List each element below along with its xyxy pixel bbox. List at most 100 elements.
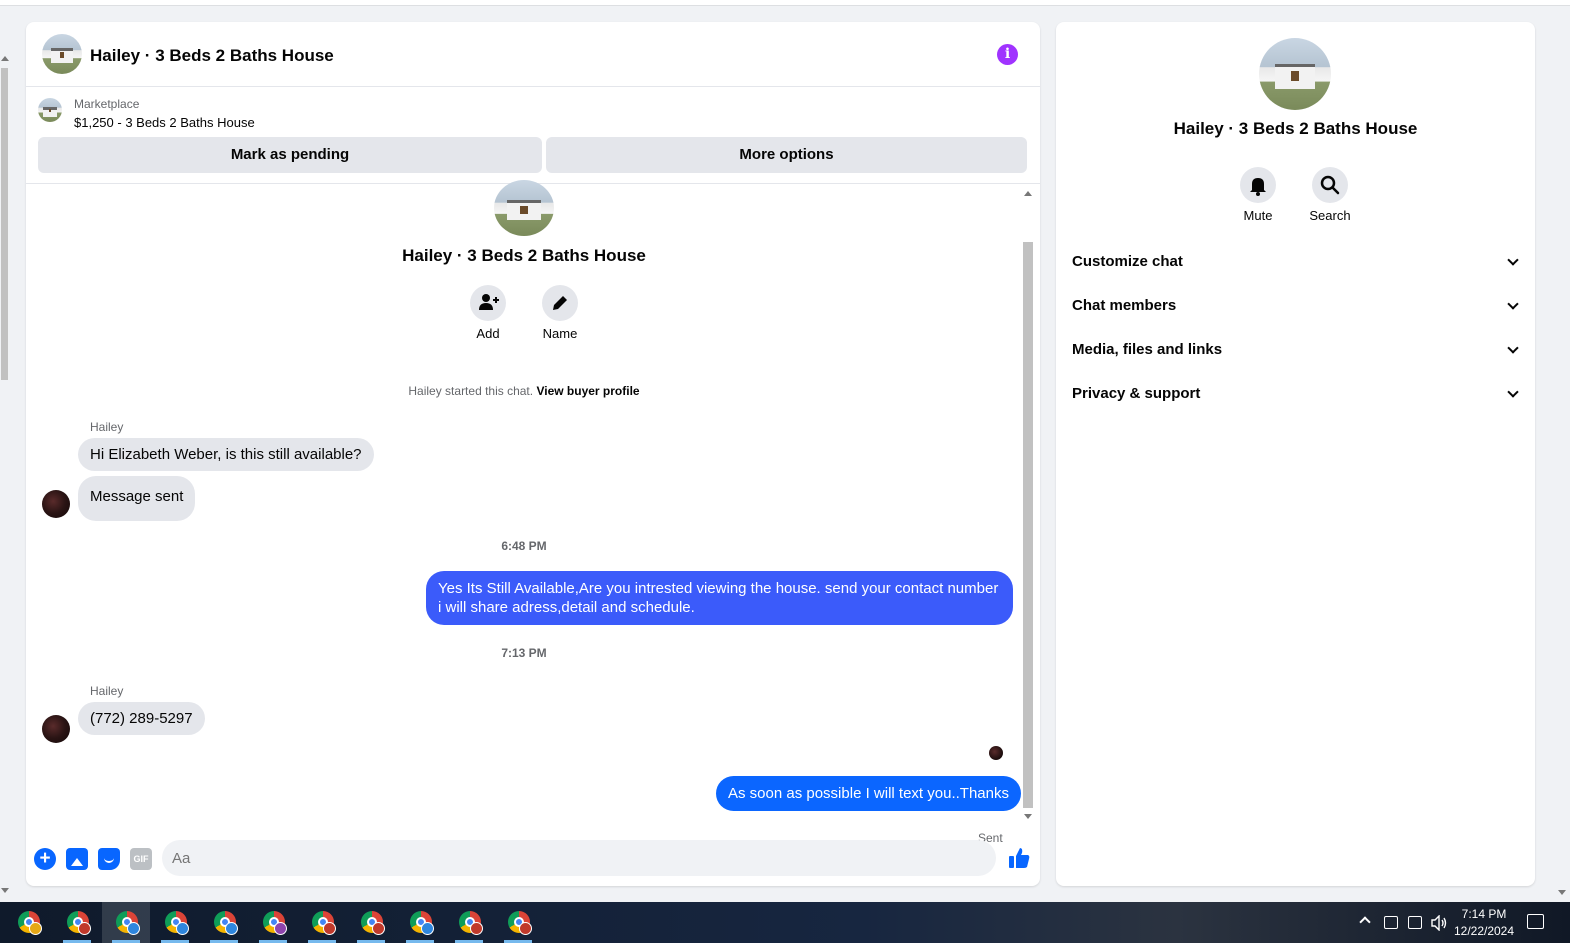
- section-media-files-links[interactable]: Media, files and links: [1064, 330, 1527, 370]
- notification-icon[interactable]: [1527, 914, 1544, 929]
- taskbar-chrome-window[interactable]: [347, 902, 395, 943]
- network-icon[interactable]: [1408, 916, 1422, 929]
- listing-price-title[interactable]: $1,250 - 3 Beds 2 Baths House: [74, 115, 255, 130]
- message-list[interactable]: Hailey · 3 Beds 2 Baths House Add Name H…: [26, 180, 1040, 845]
- name-label: Name: [542, 326, 578, 341]
- bell-icon: [1250, 178, 1266, 196]
- message-sender-name: Hailey: [90, 684, 124, 698]
- profile-badge-icon: [323, 922, 336, 935]
- scrollbar-thumb[interactable]: [1, 68, 8, 380]
- profile-badge-icon: [274, 922, 287, 935]
- profile-badge-icon: [372, 922, 385, 935]
- started-text: Hailey started this chat.: [408, 384, 534, 398]
- chat-started-notice: Hailey started this chat. View buyer pro…: [26, 384, 1022, 398]
- info-avatar[interactable]: [1259, 38, 1331, 110]
- scroll-up-arrow-icon[interactable]: [1024, 191, 1032, 196]
- photo-icon[interactable]: [66, 848, 88, 870]
- marketplace-banner: Marketplace $1,250 - 3 Beds 2 Baths Hous…: [26, 88, 1040, 184]
- intro-title: Hailey · 3 Beds 2 Baths House: [402, 246, 646, 265]
- profile-badge-icon: [519, 922, 532, 935]
- message-timestamp: 6:48 PM: [501, 539, 547, 553]
- scroll-down-arrow-icon[interactable]: [1024, 814, 1032, 819]
- taskbar-chrome-window[interactable]: [200, 902, 248, 943]
- incoming-message[interactable]: Hi Elizabeth Weber, is this still availa…: [78, 438, 374, 471]
- chevron-down-icon: [1507, 386, 1519, 398]
- add-people-button[interactable]: [470, 285, 506, 321]
- message-composer: + GIF: [26, 834, 1040, 886]
- marketplace-label: Marketplace: [74, 97, 140, 111]
- listing-avatar[interactable]: [42, 34, 82, 74]
- profile-badge-icon: [421, 922, 434, 935]
- meet-now-icon[interactable]: [1384, 916, 1398, 929]
- add-label: Add: [476, 326, 500, 341]
- section-label: Media, files and links: [1072, 341, 1223, 358]
- mute-button[interactable]: [1240, 167, 1276, 203]
- profile-badge-icon: [127, 922, 140, 935]
- profile-badge-icon: [29, 922, 42, 935]
- incoming-message[interactable]: Message sent: [78, 476, 196, 521]
- message-sender-name: Hailey: [90, 420, 124, 434]
- clock-date: 12/22/2024: [1453, 924, 1515, 938]
- profile-badge-icon: [470, 922, 483, 935]
- message-scrollbar[interactable]: [1021, 186, 1035, 824]
- taskbar-chrome-window[interactable]: [494, 902, 542, 943]
- section-privacy-support[interactable]: Privacy & support: [1064, 374, 1527, 414]
- taskbar-chrome-window[interactable]: [249, 902, 297, 943]
- info-icon[interactable]: i: [997, 44, 1018, 65]
- taskbar-chrome-window[interactable]: [4, 902, 52, 943]
- chevron-down-icon: [1507, 254, 1519, 266]
- show-hidden-icons-chevron-icon[interactable]: [1359, 916, 1371, 928]
- gif-icon[interactable]: GIF: [130, 848, 152, 870]
- search-label: Search: [1309, 208, 1351, 223]
- taskbar-clock[interactable]: 7:14 PM 12/22/2024: [1452, 906, 1516, 940]
- taskbar-chrome-window[interactable]: [151, 902, 199, 943]
- message-timestamp: 7:13 PM: [501, 646, 547, 660]
- message-input-box[interactable]: [162, 840, 996, 876]
- chat-panel: Hailey · 3 Beds 2 Baths House i Marketpl…: [26, 22, 1040, 886]
- profile-badge-icon: [176, 922, 189, 935]
- scroll-down-arrow-icon[interactable]: [1558, 890, 1566, 895]
- scrollbar-thumb[interactable]: [1023, 242, 1033, 808]
- browser-top-strip: [0, 0, 1570, 6]
- sender-avatar[interactable]: [42, 490, 70, 518]
- view-buyer-profile-link[interactable]: View buyer profile: [536, 384, 639, 398]
- plus-icon[interactable]: +: [34, 848, 56, 870]
- outgoing-message[interactable]: Yes Its Still Available,Are you intreste…: [426, 571, 1013, 625]
- taskbar-chrome-window[interactable]: [396, 902, 444, 943]
- search-icon: [1320, 175, 1340, 195]
- intro-avatar: [494, 180, 554, 236]
- listing-thumbnail[interactable]: [38, 98, 62, 122]
- seen-by-avatar: [989, 746, 1003, 760]
- incoming-message[interactable]: (772) 289-5297: [78, 702, 205, 735]
- page-scrollbar[interactable]: [0, 50, 10, 893]
- search-button[interactable]: [1312, 167, 1348, 203]
- profile-badge-icon: [225, 922, 238, 935]
- section-label: Privacy & support: [1072, 385, 1201, 402]
- chat-info-panel: Hailey · 3 Beds 2 Baths House Mute Searc…: [1056, 22, 1535, 886]
- mute-label: Mute: [1243, 208, 1273, 223]
- more-options-button[interactable]: More options: [546, 137, 1027, 173]
- windows-taskbar: 7:14 PM 12/22/2024: [0, 902, 1570, 943]
- taskbar-chrome-window[interactable]: [53, 902, 101, 943]
- section-customize-chat[interactable]: Customize chat: [1064, 242, 1527, 282]
- like-icon[interactable]: [1007, 846, 1031, 870]
- add-person-icon: [479, 294, 499, 310]
- sticker-icon[interactable]: [98, 848, 120, 870]
- change-name-button[interactable]: [542, 285, 578, 321]
- taskbar-chrome-window[interactable]: [445, 902, 493, 943]
- scroll-up-arrow-icon[interactable]: [1, 56, 9, 61]
- taskbar-chrome-window[interactable]: [102, 902, 150, 943]
- clock-time: 7:14 PM: [1461, 907, 1507, 921]
- chat-title[interactable]: Hailey · 3 Beds 2 Baths House: [90, 46, 334, 66]
- section-label: Customize chat: [1072, 253, 1183, 270]
- outgoing-message[interactable]: As soon as possible I will text you..Tha…: [716, 776, 1021, 811]
- mark-as-pending-button[interactable]: Mark as pending: [38, 137, 542, 173]
- sender-avatar[interactable]: [42, 715, 70, 743]
- taskbar-chrome-window[interactable]: [298, 902, 346, 943]
- message-input[interactable]: [172, 840, 952, 876]
- section-chat-members[interactable]: Chat members: [1064, 286, 1527, 326]
- profile-badge-icon: [78, 922, 91, 935]
- chat-header: Hailey · 3 Beds 2 Baths House i: [26, 22, 1040, 87]
- volume-icon[interactable]: [1430, 915, 1448, 931]
- scroll-down-arrow-icon[interactable]: [1, 888, 9, 893]
